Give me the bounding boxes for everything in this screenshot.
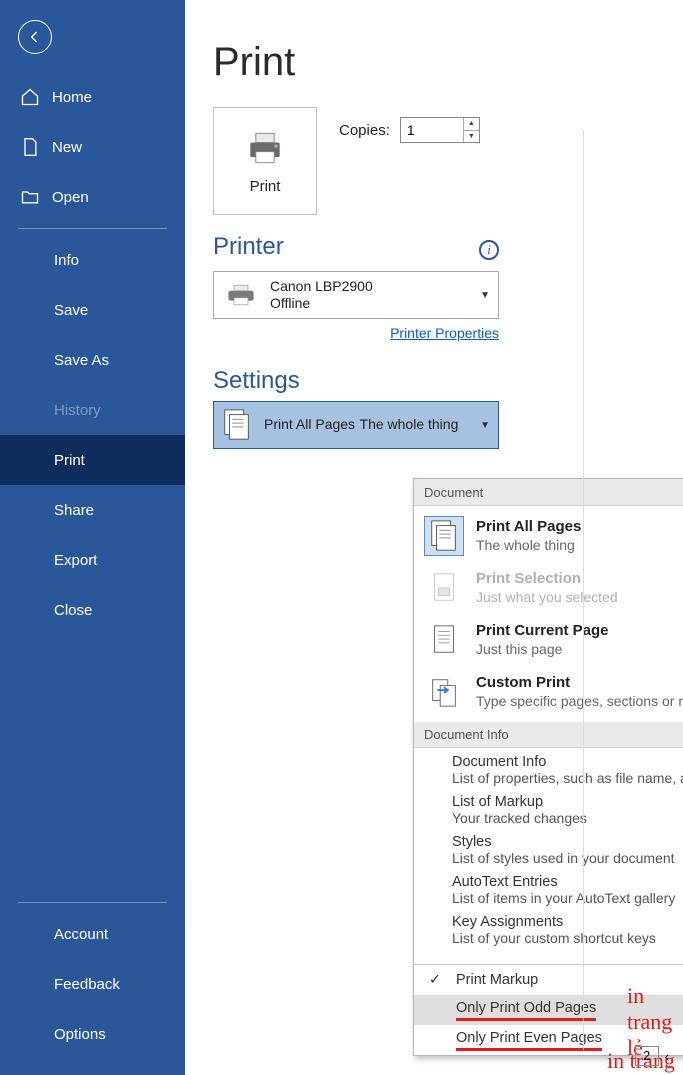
printer-icon [224,281,258,309]
range-sub: The whole thing [360,416,459,432]
page-title: Print [213,40,683,85]
arrow-left-icon [27,29,43,45]
copies-spinner[interactable]: ▲ ▼ [463,118,479,142]
home-icon [20,87,40,107]
open-folder-icon [20,187,40,207]
page-number-input[interactable]: 2 [635,1046,659,1066]
sidebar-item-open[interactable]: Open [0,172,185,222]
copies-value: 1 [401,118,463,142]
printer-properties-link[interactable]: Printer Properties [390,325,499,341]
sidebar-item-export[interactable]: Export [0,535,185,585]
checkmark-icon: ✓ [428,972,442,988]
sidebar-label: Export [54,552,97,569]
chevron-down-icon: ▼ [480,290,490,301]
sidebar-item-print[interactable]: Print [0,435,185,485]
info-icon[interactable]: i [479,240,499,260]
page-navigator[interactable]: 2 ‹ [635,1046,669,1066]
printer-heading: Printer [213,233,284,261]
sidebar-label: Share [54,502,94,519]
print-button-label: Print [250,178,281,195]
sidebar-item-options[interactable]: Options [0,1009,185,1059]
sidebar-item-info[interactable]: Info [0,235,185,285]
sidebar-label: Open [52,189,89,206]
new-doc-icon [20,137,40,157]
page-selection-icon [429,571,459,605]
sidebar-separator [18,228,167,229]
sidebar-item-account[interactable]: Account [0,909,185,959]
copies-label: Copies: [339,122,390,139]
sidebar-label: Info [54,252,79,269]
page-nav-of-label: ‹ [665,1049,669,1064]
sidebar-item-new[interactable]: New [0,122,185,172]
print-button[interactable]: Print [213,107,317,215]
sidebar-item-save-as[interactable]: Save As [0,335,185,385]
menu-item-label: Only Print Even Pages [456,1030,602,1051]
printer-icon [243,128,287,168]
sidebar-label: Save As [54,352,109,369]
sidebar-label: History [54,402,101,419]
sidebar-label: Options [54,1026,106,1043]
pages-icon [222,408,252,442]
print-pane: Print Print Copies: 1 ▲ ▼ [185,0,683,1075]
page-icon [429,623,459,657]
sidebar-label: Print [54,452,85,469]
sidebar-separator [18,902,167,903]
back-button[interactable] [18,20,52,54]
menu-item-label: Only Print Odd Pages [456,1000,596,1021]
copies-input[interactable]: 1 ▲ ▼ [400,117,480,143]
sidebar-label: Feedback [54,976,120,993]
menu-item-label: Print Markup [456,972,538,988]
sidebar-label: Close [54,602,92,619]
print-preview-edge [583,130,683,1050]
chevron-down-icon[interactable]: ▼ [464,131,479,143]
sidebar-item-save[interactable]: Save [0,285,185,335]
backstage-sidebar: Home New Open Info Save Save As History … [0,0,185,1075]
chevron-up-icon[interactable]: ▲ [464,118,479,131]
sidebar-item-feedback[interactable]: Feedback [0,959,185,1009]
menu-item-sub: The whole thing [476,537,581,555]
sidebar-item-share[interactable]: Share [0,485,185,535]
sidebar-item-home[interactable]: Home [0,72,185,122]
sidebar-label: Account [54,926,108,943]
sidebar-label: Save [54,302,88,319]
print-range-dropdown[interactable]: Print All Pages The whole thing ▼ [213,401,499,449]
printer-dropdown[interactable]: Canon LBP2900 Offline ▼ [213,271,499,319]
custom-print-icon [429,675,459,709]
sidebar-item-history: History [0,385,185,435]
pages-icon [429,519,459,553]
sidebar-label: Home [52,89,92,106]
sidebar-label: New [52,139,82,156]
sidebar-item-close[interactable]: Close [0,585,185,635]
menu-item-title: Print All Pages [476,518,581,537]
chevron-down-icon: ▼ [480,420,490,431]
range-title: Print All Pages [264,416,355,432]
printer-status: Offline [270,295,468,312]
printer-name: Canon LBP2900 [270,278,468,295]
